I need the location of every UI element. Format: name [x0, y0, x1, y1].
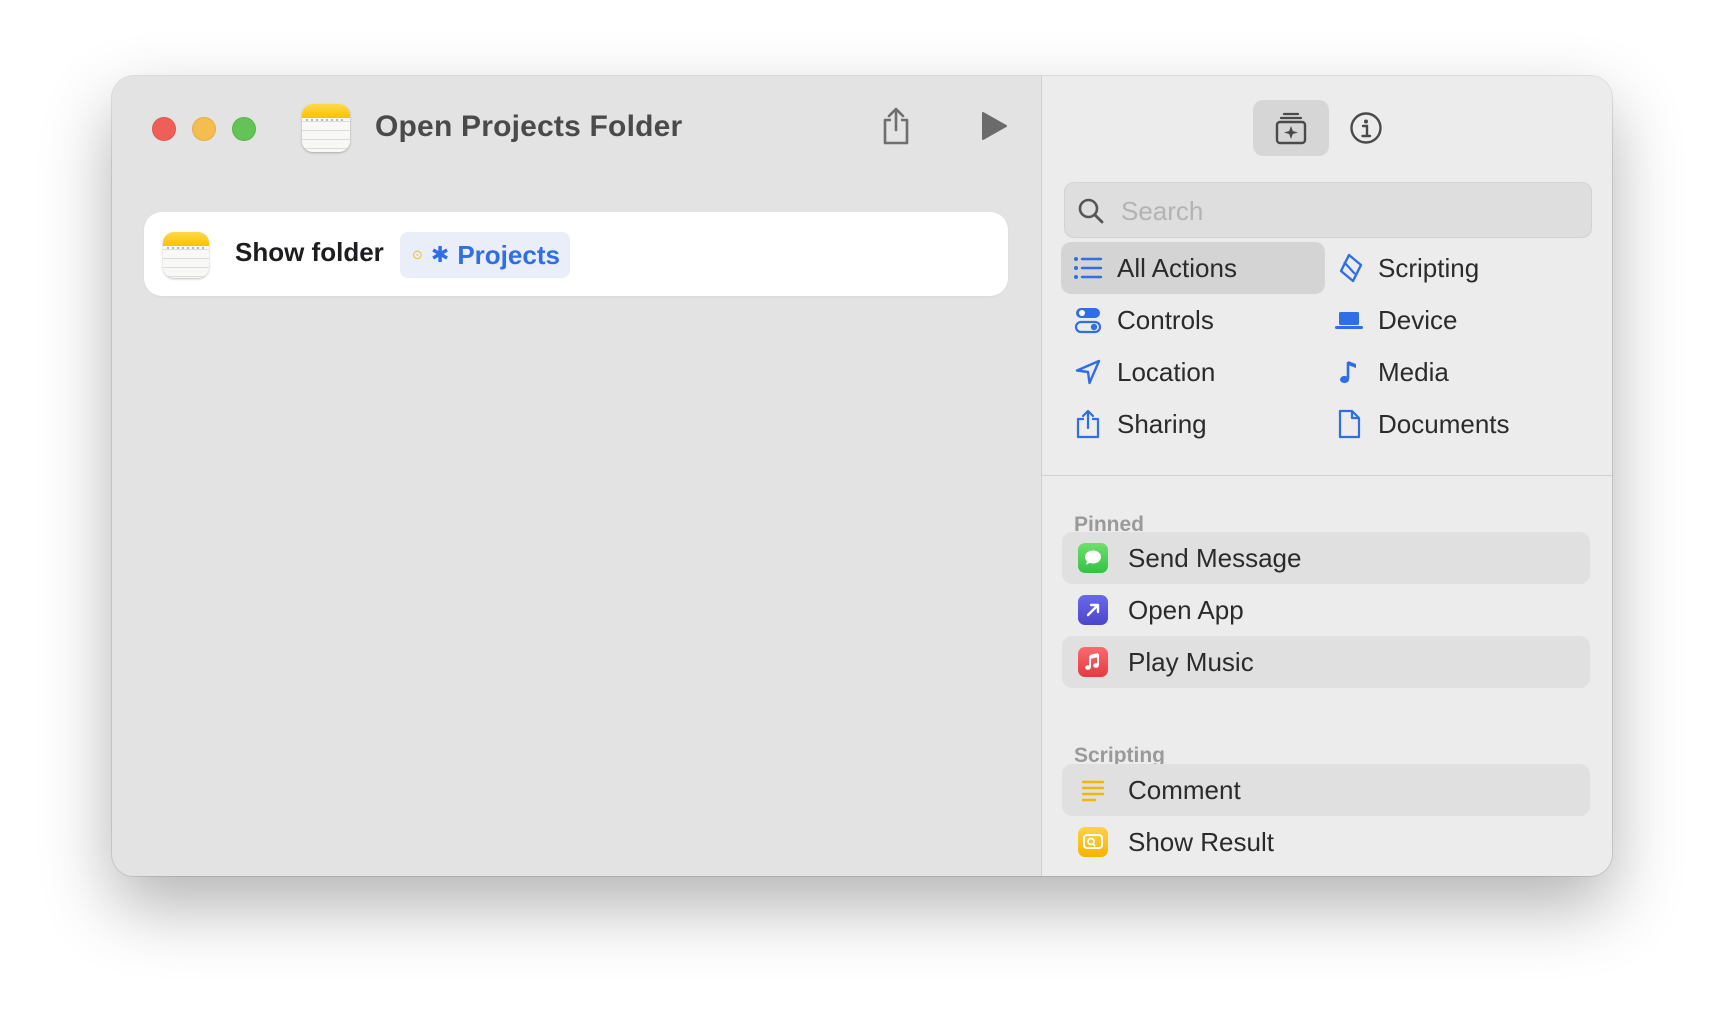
close-button[interactable]	[152, 117, 176, 141]
share-icon	[883, 107, 909, 145]
category-sharing[interactable]: Sharing	[1061, 398, 1325, 450]
action-label: Play Music	[1128, 646, 1254, 677]
notes-action-icon	[163, 232, 209, 278]
music-note-icon	[1334, 357, 1364, 387]
laptop-icon	[1334, 305, 1364, 335]
shortcuts-window: Open Projects Folder Show folder ⊙ ✱ Pro…	[112, 76, 1612, 876]
category-documents[interactable]: Documents	[1322, 398, 1586, 450]
category-controls[interactable]: Controls	[1061, 294, 1325, 346]
info-tab[interactable]	[1336, 100, 1396, 156]
category-device[interactable]: Device	[1322, 294, 1586, 346]
action-library-pane: All Actions Scripting Controls Device Lo…	[1041, 76, 1612, 876]
category-label: Documents	[1378, 408, 1510, 439]
action-row-open-app[interactable]: Open App	[1062, 584, 1590, 636]
zoom-button[interactable]	[232, 117, 256, 141]
action-library-icon	[1275, 112, 1307, 145]
share-button[interactable]	[874, 104, 918, 148]
category-label: Location	[1117, 356, 1216, 387]
music-icon	[1078, 647, 1108, 677]
location-arrow-icon	[1073, 357, 1103, 387]
show-result-icon	[1078, 827, 1108, 857]
category-all-actions[interactable]: All Actions	[1061, 242, 1325, 294]
category-label: Controls	[1117, 304, 1214, 335]
category-label: Media	[1378, 356, 1449, 387]
category-location[interactable]: Location	[1061, 346, 1325, 398]
action-row-show-result[interactable]: Show Result	[1062, 816, 1590, 868]
notes-app-icon[interactable]	[302, 104, 350, 152]
token-dot-icon: ⊙	[412, 247, 423, 262]
open-app-icon	[1078, 595, 1108, 625]
category-scripting[interactable]: Scripting	[1322, 242, 1586, 294]
action-label: Show Result	[1128, 826, 1274, 857]
action-label: Send Message	[1128, 542, 1302, 573]
window-title: Open Projects Folder	[375, 110, 683, 143]
category-label: Sharing	[1117, 408, 1207, 439]
category-label: Scripting	[1378, 252, 1480, 283]
search-input[interactable]	[1119, 183, 1583, 239]
list-icon	[1073, 253, 1103, 283]
token-label: Projects	[457, 239, 560, 270]
info-icon	[1350, 112, 1382, 144]
folder-token[interactable]: ⊙ ✱ Projects	[400, 232, 570, 278]
action-label: Comment	[1128, 774, 1241, 805]
share-icon	[1073, 409, 1103, 439]
messages-icon	[1078, 543, 1108, 573]
comment-icon	[1078, 775, 1108, 805]
action-row-comment[interactable]: Comment	[1062, 764, 1590, 816]
action-row-play-music[interactable]: Play Music	[1062, 636, 1590, 688]
document-icon	[1334, 409, 1364, 439]
toggle-icon	[1073, 305, 1103, 335]
action-row-send-message[interactable]: Send Message	[1062, 532, 1590, 584]
scripting-icon	[1334, 253, 1364, 283]
category-label: All Actions	[1117, 252, 1237, 283]
category-media[interactable]: Media	[1322, 346, 1586, 398]
play-icon	[982, 112, 1007, 140]
action-library-tab[interactable]	[1253, 100, 1329, 156]
search-icon	[1078, 198, 1104, 224]
category-divider	[1042, 475, 1612, 476]
editor-pane: Open Projects Folder Show folder ⊙ ✱ Pro…	[112, 76, 1041, 876]
asterisk-icon: ✱	[430, 242, 450, 267]
run-button[interactable]	[972, 104, 1016, 148]
action-label: Show folder	[235, 237, 384, 267]
category-label: Device	[1378, 304, 1458, 335]
search-field[interactable]	[1064, 182, 1592, 239]
action-card-show-folder[interactable]: Show folder ⊙ ✱ Projects	[144, 212, 1008, 296]
minimize-button[interactable]	[192, 117, 216, 141]
action-label: Open App	[1128, 594, 1244, 625]
